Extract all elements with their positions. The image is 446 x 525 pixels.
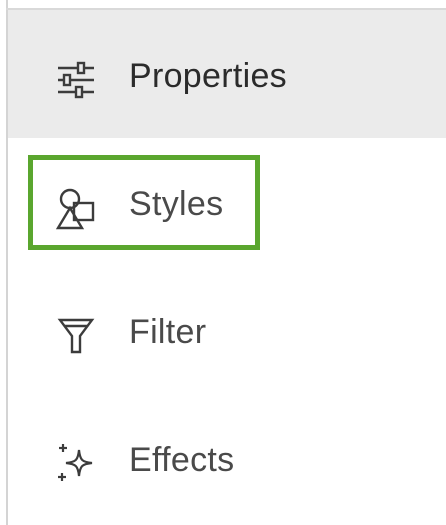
side-panel: Properties Styles Filter Effects	[0, 0, 446, 525]
panel-item-styles[interactable]: Styles	[8, 138, 446, 266]
shapes-icon	[52, 184, 100, 232]
panel-item-filter[interactable]: Filter	[8, 266, 446, 394]
sliders-icon	[52, 56, 100, 104]
panel-item-label: Effects	[129, 441, 235, 479]
panel-item-effects[interactable]: Effects	[8, 394, 446, 522]
panel-item-label: Filter	[129, 313, 207, 351]
panel-item-properties[interactable]: Properties	[8, 10, 446, 138]
panel-item-label: Properties	[129, 57, 287, 95]
panel-item-label: Styles	[129, 185, 224, 223]
sparkle-icon	[52, 440, 100, 488]
funnel-icon	[52, 312, 100, 360]
